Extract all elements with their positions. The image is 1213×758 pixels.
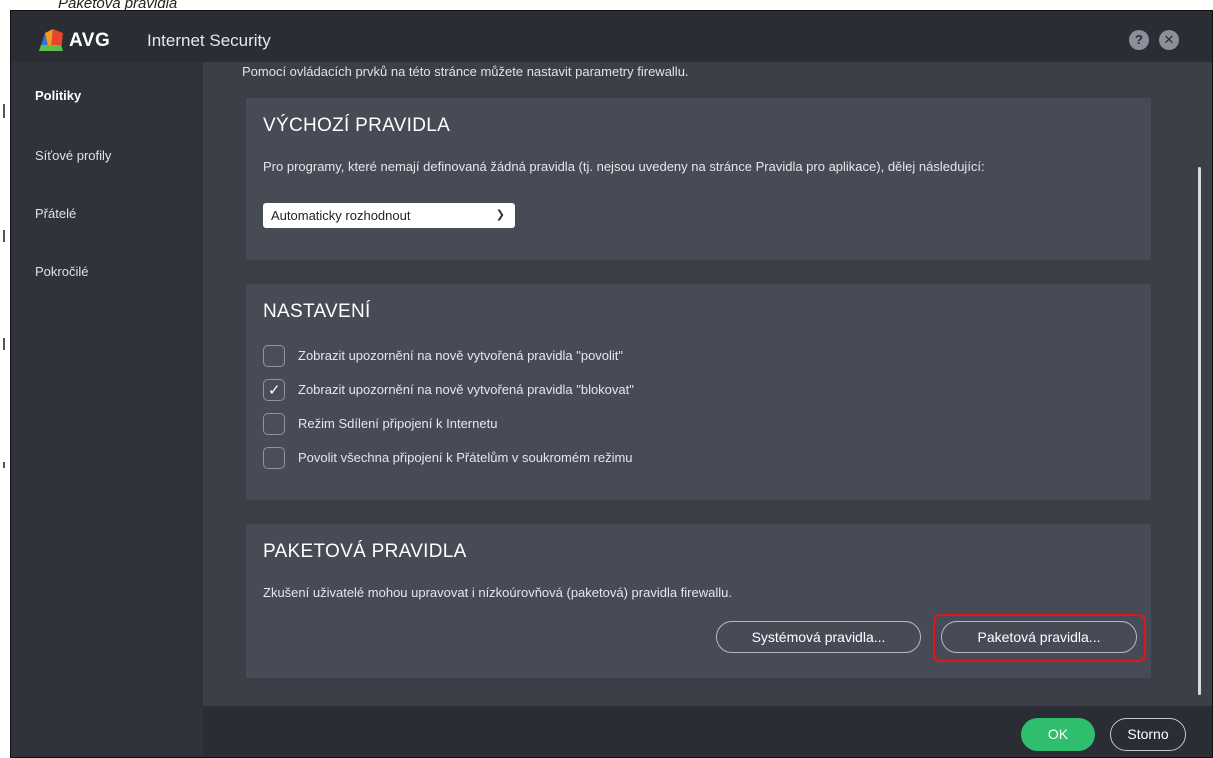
notify-allow-rules-label: Zobrazit upozornění na nově vytvořená pr…	[298, 348, 624, 363]
default-rules-panel: VÝCHOZÍ PRAVIDLA Pro programy, které nem…	[246, 98, 1151, 260]
main-content: Pomocí ovládacích prvků na této stránce …	[203, 62, 1212, 706]
packet-rules-panel: PAKETOVÁ PRAVIDLA Zkušení uživatelé moho…	[246, 524, 1151, 678]
brand-name: AVG	[69, 30, 111, 51]
close-button[interactable]: ✕	[1159, 30, 1179, 50]
cancel-button[interactable]: Storno	[1110, 718, 1186, 751]
avg-window: AVG Internet Security ? ✕ Politiky Síťov…	[10, 10, 1213, 758]
packet-rules-title: PAKETOVÁ PRAVIDLA	[263, 541, 467, 562]
packet-rules-button[interactable]: Paketová pravidla...	[941, 621, 1137, 653]
ics-mode-checkbox[interactable]	[263, 413, 285, 435]
sidebar-item-politiky[interactable]: Politiky	[35, 88, 81, 103]
sidebar-item-advanced[interactable]: Pokročilé	[35, 264, 88, 279]
sidebar-item-friends[interactable]: Přátelé	[35, 206, 76, 221]
footer-bar: OK Storno	[203, 706, 1212, 757]
title-bar: AVG Internet Security ? ✕	[11, 11, 1212, 62]
default-action-value: Automaticky rozhodnout	[271, 208, 411, 223]
checkmark-icon: ✓	[268, 382, 281, 399]
intro-text: Pomocí ovládacích prvků na této stránce …	[242, 64, 689, 79]
default-action-select[interactable]: Automaticky rozhodnout ❯	[263, 203, 515, 228]
page: Paketová pravidla AVG Internet Security …	[0, 0, 1213, 758]
help-button[interactable]: ?	[1129, 30, 1149, 50]
chevron-down-icon: ❯	[495, 209, 505, 221]
ok-button[interactable]: OK	[1021, 718, 1095, 751]
settings-title: NASTAVENÍ	[263, 301, 371, 322]
default-rules-description: Pro programy, které nemají definovaná žá…	[263, 159, 985, 174]
notify-block-rules-checkbox[interactable]: ✓	[263, 379, 285, 401]
packet-rules-description: Zkušení uživatelé mohou upravovat i nízk…	[263, 585, 732, 600]
avg-logo-icon	[39, 29, 63, 51]
default-rules-title: VÝCHOZÍ PRAVIDLA	[263, 115, 451, 136]
notify-block-rules-label: Zobrazit upozornění na nově vytvořená pr…	[298, 382, 634, 397]
notify-allow-rules-checkbox[interactable]	[263, 345, 285, 367]
scrollbar[interactable]	[1198, 167, 1201, 695]
allow-friends-private-checkbox[interactable]	[263, 447, 285, 469]
ics-mode-label: Režim Sdílení připojení k Internetu	[298, 416, 498, 431]
sidebar: Politiky Síťové profily Přátelé Pokročil…	[11, 62, 203, 757]
product-name: Internet Security	[147, 31, 271, 50]
left-edge-marks	[0, 0, 10, 758]
sidebar-item-network-profiles[interactable]: Síťové profily	[35, 148, 111, 163]
settings-panel: NASTAVENÍ Zobrazit upozornění na nově vy…	[246, 284, 1151, 500]
system-rules-button[interactable]: Systémová pravidla...	[716, 621, 921, 653]
allow-friends-private-label: Povolit všechna připojení k Přátelům v s…	[298, 450, 633, 465]
